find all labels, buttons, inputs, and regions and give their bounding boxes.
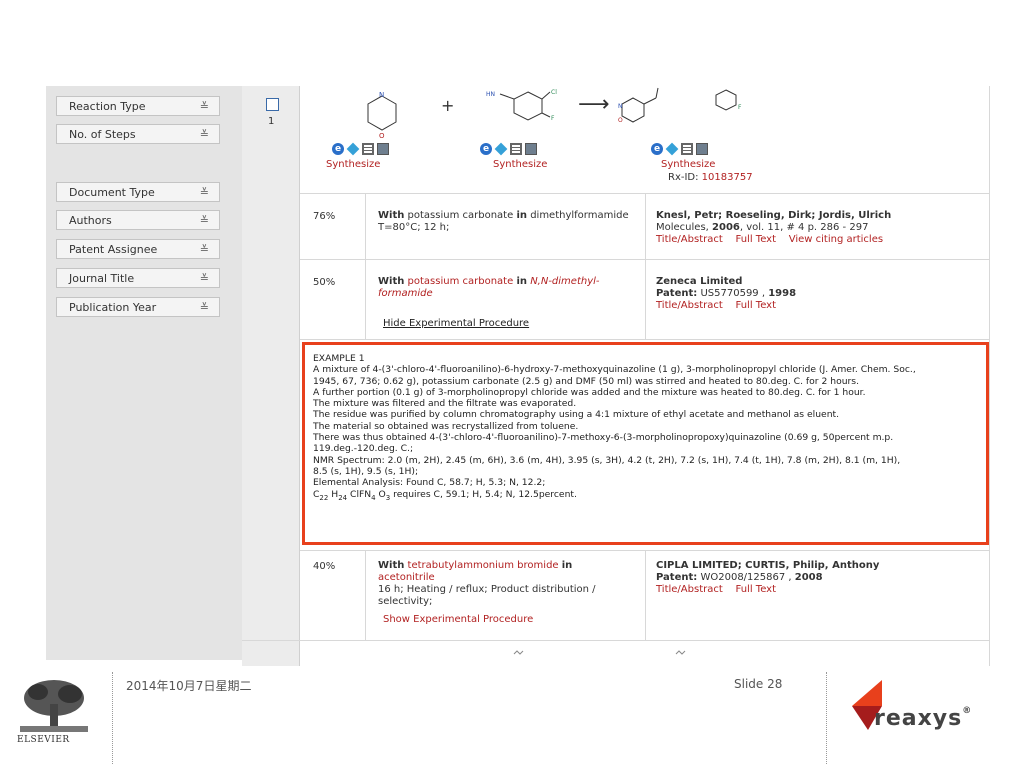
- svg-text:Cl: Cl: [551, 89, 557, 96]
- filter-label: Authors: [69, 214, 112, 227]
- title-abstract-link[interactable]: Title/Abstract: [656, 234, 723, 245]
- assignee: CIPLA LIMITED; CURTIS, Philip, Anthony: [656, 560, 880, 571]
- morpholine-structure: [367, 95, 397, 131]
- search-icon[interactable]: [525, 143, 537, 155]
- list-icon[interactable]: [510, 143, 522, 155]
- view-citing-articles-link[interactable]: View citing articles: [789, 234, 883, 245]
- svg-text:N: N: [618, 103, 623, 110]
- filter-journal-title[interactable]: Journal Title ≚: [56, 268, 220, 288]
- footer-divider: [826, 672, 827, 764]
- yield: 76%: [313, 211, 336, 222]
- chevron-down-icon: ≚: [199, 243, 209, 256]
- rx-id: Rx-ID: 10183757: [668, 172, 753, 183]
- conditions: With potassium carbonate in N,N-dimethyl…: [378, 276, 600, 299]
- grid-line: [989, 86, 990, 666]
- row-number: 1: [268, 116, 275, 127]
- chevron-down-icon: ≚: [199, 128, 209, 141]
- chevron-down-icon: ≚: [199, 186, 209, 199]
- svg-text:O: O: [379, 132, 385, 140]
- chevron-down-icon: ≚: [199, 301, 209, 314]
- diamond-icon[interactable]: [494, 142, 508, 156]
- grid-line: [645, 550, 646, 640]
- search-icon[interactable]: [377, 143, 389, 155]
- e-icon[interactable]: e: [480, 143, 492, 155]
- product-toolbar: e: [651, 142, 708, 156]
- svg-text:HN: HN: [486, 91, 495, 98]
- e-icon[interactable]: e: [332, 143, 344, 155]
- full-text-link[interactable]: Full Text: [736, 584, 777, 595]
- hide-experimental-procedure-link[interactable]: Hide Experimental Procedure: [383, 318, 529, 329]
- reactant-1-toolbar: e: [332, 142, 389, 156]
- diamond-icon[interactable]: [346, 142, 360, 156]
- elsevier-tree-logo: [20, 680, 88, 732]
- reference: Zeneca Limited Patent: US5770599 , 1998 …: [656, 276, 797, 311]
- rx-id-label: Rx-ID:: [668, 172, 702, 183]
- filter-authors[interactable]: Authors ≚: [56, 210, 220, 230]
- grid-line: [242, 640, 989, 641]
- reaction-arrow: ⟶: [578, 92, 610, 117]
- product-structure: [621, 87, 737, 123]
- list-icon[interactable]: [362, 143, 374, 155]
- list-icon[interactable]: [681, 143, 693, 155]
- filter-label: Publication Year: [69, 301, 157, 314]
- reference: CIPLA LIMITED; CURTIS, Philip, Anthony P…: [656, 560, 880, 595]
- experimental-procedure-text: EXAMPLE 1 A mixture of 4-(3'-chloro-4'-f…: [313, 353, 989, 504]
- chevron-down-icon: ≚: [199, 272, 209, 285]
- chevron-down-icon: ≚: [199, 214, 209, 227]
- footer-divider: [112, 672, 113, 764]
- filter-label: No. of Steps: [69, 128, 136, 141]
- row-selector-column: 1: [242, 86, 300, 666]
- footer-date: 2014年10月7日星期二: [126, 679, 252, 693]
- title-abstract-link[interactable]: Title/Abstract: [656, 584, 723, 595]
- full-text-link[interactable]: Full Text: [736, 300, 777, 311]
- grid-line: [365, 550, 366, 640]
- search-icon[interactable]: [696, 143, 708, 155]
- synthesize-link[interactable]: Synthesize: [661, 159, 715, 170]
- grid-line: [365, 193, 366, 339]
- reactant-2-toolbar: e: [480, 142, 537, 156]
- filter-reaction-type[interactable]: Reaction Type ≚: [56, 96, 220, 116]
- filter-patent-assignee[interactable]: Patent Assignee ≚: [56, 239, 220, 259]
- reaction-scheme: N O HN Cl F N O F: [367, 87, 742, 140]
- authors: Knesl, Petr; Roeseling, Dirk; Jordis, Ul…: [656, 210, 892, 221]
- full-text-link[interactable]: Full Text: [736, 234, 777, 245]
- assignee: Zeneca Limited: [656, 276, 743, 287]
- svg-text:F: F: [738, 104, 742, 111]
- reaxys-wordmark: reaxys®: [874, 706, 973, 731]
- molecular-formula: C22 H24 ClFN4 O3 requires C, 59.1; H, 5.…: [313, 488, 577, 502]
- chevron-down-icon: ≚: [199, 100, 209, 113]
- synthesize-link[interactable]: Synthesize: [493, 159, 547, 170]
- filter-label: Document Type: [69, 186, 155, 199]
- slide-number: Slide 28: [734, 677, 783, 691]
- conditions: With tetrabutylammonium bromide in aceto…: [378, 560, 596, 607]
- row-select-checkbox[interactable]: [266, 98, 279, 111]
- yield: 40%: [313, 561, 336, 572]
- experimental-procedure-box: EXAMPLE 1 A mixture of 4-(3'-chloro-4'-f…: [302, 342, 989, 545]
- conditions: With potassium carbonate in dimethylform…: [378, 210, 629, 233]
- grid-line: [300, 339, 989, 340]
- plus-sign: +: [441, 96, 455, 115]
- e-icon[interactable]: e: [651, 143, 663, 155]
- filter-label: Journal Title: [69, 272, 135, 285]
- diamond-icon[interactable]: [665, 142, 679, 156]
- filter-publication-year[interactable]: Publication Year ≚: [56, 297, 220, 317]
- aniline-structure: [499, 91, 551, 121]
- rx-id-value[interactable]: 10183757: [702, 172, 753, 183]
- title-abstract-link[interactable]: Title/Abstract: [656, 300, 723, 311]
- reference: Knesl, Petr; Roeseling, Dirk; Jordis, Ul…: [656, 210, 892, 245]
- next-row-structures: [513, 650, 686, 655]
- synthesize-link[interactable]: Synthesize: [326, 159, 380, 170]
- grid-line: [645, 193, 646, 339]
- svg-text:O: O: [618, 117, 623, 124]
- filter-no-of-steps[interactable]: No. of Steps ≚: [56, 124, 220, 144]
- svg-text:N: N: [379, 91, 384, 99]
- filter-label: Patent Assignee: [69, 243, 158, 256]
- svg-text:F: F: [551, 115, 555, 122]
- filter-panel: Reaction Type ≚ No. of Steps ≚ Document …: [46, 86, 242, 660]
- elsevier-wordmark: ELSEVIER: [17, 735, 70, 745]
- yield: 50%: [313, 277, 336, 288]
- show-experimental-procedure-link[interactable]: Show Experimental Procedure: [383, 614, 533, 625]
- filter-document-type[interactable]: Document Type ≚: [56, 182, 220, 202]
- filter-label: Reaction Type: [69, 100, 146, 113]
